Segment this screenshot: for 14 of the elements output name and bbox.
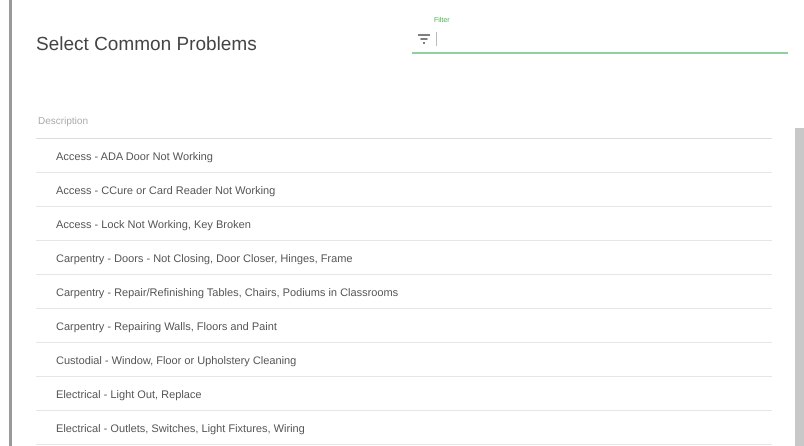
table-row[interactable]: Carpentry - Repair/Refinishing Tables, Chairs, Podiums in Classrooms <box>36 275 772 309</box>
table-row[interactable]: Access - ADA Door Not Working <box>36 139 772 173</box>
table-row[interactable]: Electrical - Outlets, Switches, Light Fixtures, Wiring <box>36 411 772 445</box>
table-row[interactable]: Carpentry - Repairing Walls, Floors and Paint <box>36 309 772 343</box>
table-row[interactable]: Access - Lock Not Working, Key Broken <box>36 207 772 241</box>
table-row[interactable]: Custodial - Window, Floor or Upholstery Cleaning <box>36 343 772 377</box>
table-row[interactable]: Electrical - Light Out, Replace <box>36 377 772 411</box>
table-row[interactable]: Access - CCure or Card Reader Not Working <box>36 173 772 207</box>
dialog-title: Select Common Problems <box>36 32 257 57</box>
table-row[interactable]: Carpentry - Doors - Not Closing, Door Closer, Hinges, Frame <box>36 241 772 275</box>
scrollbar[interactable] <box>795 128 804 446</box>
text-cursor <box>436 32 437 46</box>
filter-icon <box>418 34 430 44</box>
column-header: Description <box>36 100 772 139</box>
